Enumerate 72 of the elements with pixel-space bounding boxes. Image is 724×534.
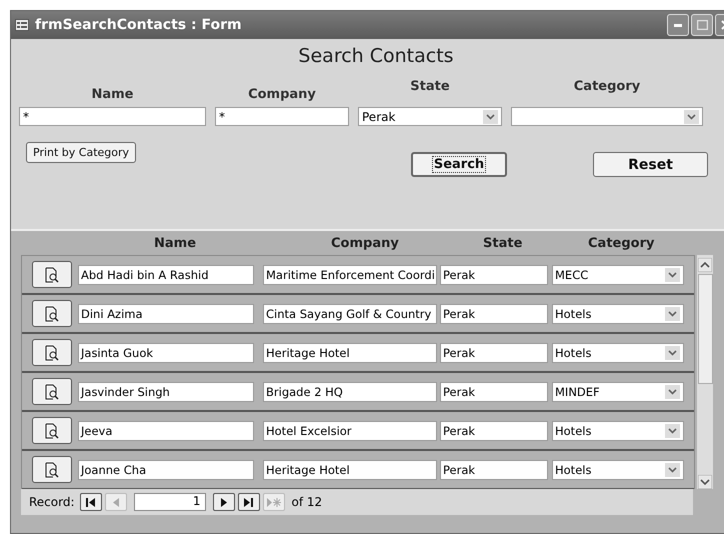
record-count: of 12 <box>292 495 322 509</box>
column-header: State <box>483 236 522 251</box>
form-icon <box>15 19 29 31</box>
state-field[interactable]: Perak <box>440 304 548 324</box>
scroll-down-icon <box>698 475 712 489</box>
document-magnifier-icon <box>45 344 59 360</box>
company-field[interactable]: Heritage Hotel <box>263 342 437 362</box>
state-field[interactable]: Perak <box>440 382 548 402</box>
view-button[interactable] <box>32 339 72 366</box>
category-dropdown[interactable]: MINDEF <box>552 382 684 402</box>
search-field[interactable]: * <box>215 107 349 126</box>
next-record-button[interactable] <box>212 493 235 511</box>
name-field[interactable]: Jasinta Guok <box>78 342 254 362</box>
scroll-up-icon <box>698 258 712 272</box>
previous-icon <box>112 498 119 506</box>
column-header: Name <box>154 236 196 251</box>
next-icon <box>220 498 227 506</box>
minimize-button[interactable] <box>667 14 689 36</box>
document-magnifier-icon <box>45 384 59 400</box>
field-label: Company <box>248 87 316 104</box>
state-field[interactable]: Perak <box>440 342 548 362</box>
new-record-icon <box>266 498 281 506</box>
print-button[interactable]: Print by Category <box>26 142 136 163</box>
field-label: Name <box>91 87 134 104</box>
minimize-icon <box>674 24 682 26</box>
company-field[interactable]: Heritage Hotel <box>263 460 437 480</box>
maximize-icon <box>696 20 708 30</box>
record-label: Record: <box>29 495 75 509</box>
name-field[interactable]: Dini Azima <box>78 304 254 324</box>
vertical-scrollbar[interactable] <box>697 255 713 489</box>
window-title: frmSearchContacts : Form <box>35 17 243 33</box>
name-field[interactable]: Jasvinder Singh <box>78 382 254 402</box>
first-record-button[interactable] <box>80 493 102 511</box>
category-dropdown[interactable]: Hotels <box>552 460 684 480</box>
record-number-field[interactable]: 1 <box>134 493 206 511</box>
document-magnifier-icon <box>45 266 59 282</box>
company-field[interactable]: Hotel Excelsior <box>263 420 437 440</box>
name-field[interactable]: Jeeva <box>78 420 254 440</box>
company-field[interactable]: Brigade 2 HQ <box>263 382 437 402</box>
name-field[interactable]: Joanne Cha <box>78 460 254 480</box>
field-label: State <box>410 79 450 96</box>
state-field[interactable]: Perak <box>440 420 548 440</box>
category-dropdown[interactable]: Hotels <box>552 342 684 362</box>
view-button[interactable] <box>32 417 72 444</box>
view-button[interactable] <box>32 378 72 405</box>
search-button[interactable]: Search <box>411 152 507 177</box>
document-magnifier-icon <box>45 462 59 478</box>
document-magnifier-icon <box>45 422 59 438</box>
reset-button[interactable]: Reset <box>593 152 708 177</box>
column-header: Category <box>588 236 654 251</box>
category-dropdown[interactable]: Hotels <box>552 304 684 324</box>
first-icon <box>86 498 96 506</box>
state-field[interactable]: Perak <box>440 460 548 480</box>
category-dropdown[interactable]: MECC <box>552 264 684 284</box>
company-field[interactable]: Cinta Sayang Golf & Country <box>263 304 437 324</box>
name-field[interactable]: Abd Hadi bin A Rashid <box>78 264 254 284</box>
category-dropdown[interactable]: Hotels <box>552 420 684 440</box>
last-icon <box>244 498 254 506</box>
state-field[interactable]: Perak <box>440 264 548 284</box>
last-record-button[interactable] <box>238 493 260 511</box>
column-header: Company <box>331 236 399 251</box>
view-button[interactable] <box>32 300 72 327</box>
dropdown-field[interactable]: Perak <box>358 107 502 126</box>
form-heading: Search Contacts <box>297 45 455 67</box>
scroll-thumb[interactable] <box>698 274 712 384</box>
company-field[interactable]: Maritime Enforcement Coordi <box>263 264 437 284</box>
dropdown-field[interactable] <box>511 107 703 126</box>
view-button[interactable] <box>32 261 72 288</box>
document-magnifier-icon <box>45 306 59 322</box>
field-label: Category <box>574 79 640 96</box>
view-button[interactable] <box>32 456 72 483</box>
search-field[interactable]: * <box>19 107 206 126</box>
